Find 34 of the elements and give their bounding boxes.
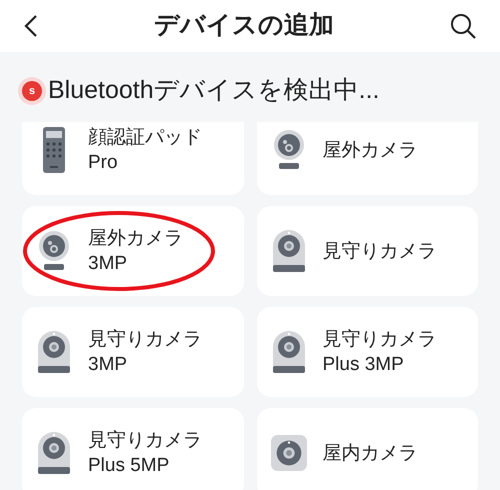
device-name: 見守りカメラ xyxy=(88,429,202,453)
back-icon[interactable] xyxy=(24,14,38,38)
device-name: 見守りカメラ xyxy=(322,328,436,352)
device-name: 屋内カメラ xyxy=(322,442,418,466)
search-icon[interactable] xyxy=(450,13,476,39)
device-name: 3MP xyxy=(88,353,128,377)
device-name: 3MP xyxy=(88,252,128,276)
device-name: 顔認証パッド xyxy=(88,126,202,150)
camera-icon xyxy=(270,434,306,472)
device-name: Plus 5MP xyxy=(88,454,170,478)
scan-status-text: Bluetoothデバイスを検出中... xyxy=(48,75,380,106)
webcam-icon xyxy=(39,231,69,271)
device-name: 見守りカメラ xyxy=(322,240,436,264)
device-card[interactable]: 屋外カメラ 3MP xyxy=(22,206,244,296)
device-name: 屋外カメラ xyxy=(88,227,183,251)
device-name: Pro xyxy=(88,151,119,175)
device-card[interactable]: 見守りカメラ Plus 5MP xyxy=(22,408,244,490)
device-card[interactable]: 見守りカメラ xyxy=(256,206,478,296)
device-name: 見守りカメラ xyxy=(88,328,202,352)
device-name: Plus 3MP xyxy=(322,353,405,377)
webcam-icon xyxy=(274,130,304,170)
device-card[interactable]: 見守りカメラ Plus 3MP xyxy=(256,307,478,397)
page-title: デバイスの追加 xyxy=(154,10,334,42)
device-card[interactable]: 屋外カメラ xyxy=(256,122,478,195)
device-card[interactable]: 顔認証パッド Pro xyxy=(22,122,244,195)
device-name: 屋外カメラ xyxy=(322,138,418,162)
camera-icon xyxy=(38,331,70,373)
device-card[interactable]: 屋内カメラ xyxy=(256,408,478,490)
scanning-icon: s xyxy=(22,81,42,101)
camera-icon xyxy=(38,432,70,474)
device-card[interactable]: 見守りカメラ 3MP xyxy=(22,307,244,397)
camera-icon xyxy=(272,331,304,373)
camera-icon xyxy=(272,230,304,272)
keypad-icon xyxy=(42,127,66,173)
